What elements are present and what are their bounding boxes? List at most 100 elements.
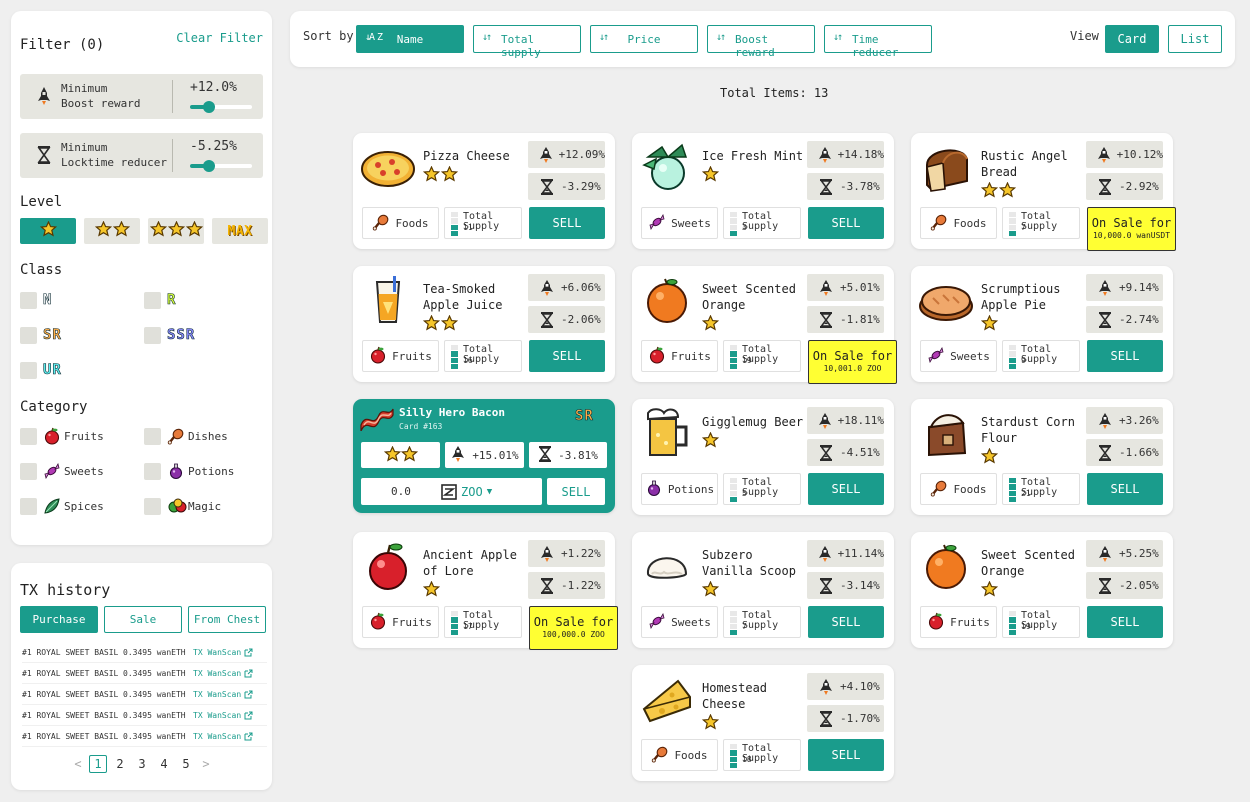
- slider-thumb[interactable]: [202, 101, 215, 113]
- checkbox[interactable]: [144, 427, 161, 445]
- item-card[interactable]: Subzero Vanilla Scoop +11.14% -3.14% Sweets…: [632, 532, 894, 648]
- tx-wanscan-link[interactable]: TX WanScan: [193, 711, 253, 720]
- sort-price-button[interactable]: ↓↑ Price: [590, 25, 698, 53]
- category-tag[interactable]: Foods: [362, 207, 439, 239]
- category-tag[interactable]: Sweets: [920, 340, 997, 372]
- supply-meter: [451, 212, 458, 236]
- sell-button[interactable]: SELL: [808, 207, 884, 239]
- page-1[interactable]: 1: [89, 755, 107, 773]
- view-card-button[interactable]: Card: [1105, 25, 1159, 53]
- tx-wanscan-link[interactable]: TX WanScan: [193, 732, 253, 741]
- category-option-potions[interactable]: Potions: [144, 459, 264, 483]
- item-stars: [701, 713, 720, 734]
- category-tag[interactable]: Potions: [641, 473, 718, 505]
- class-option-sr[interactable]: SR: [20, 323, 144, 347]
- category-option-spices[interactable]: Spices: [20, 494, 144, 518]
- on-sale-button[interactable]: On Sale for 100,000.0 ZOO: [529, 606, 618, 650]
- class-option-ur[interactable]: UR: [20, 358, 144, 382]
- item-card[interactable]: Sweet Scented Orange +5.25% -2.05% Fruits To…: [911, 532, 1173, 648]
- item-card[interactable]: Sweet Scented Orange +5.01% -1.81% Fruits To…: [632, 266, 897, 384]
- category-tag[interactable]: Fruits: [362, 340, 439, 372]
- checkbox[interactable]: [144, 462, 161, 480]
- sell-button[interactable]: SELL: [529, 207, 605, 239]
- divider: [172, 80, 173, 113]
- level-max-button[interactable]: MAX: [212, 218, 268, 244]
- category-tag[interactable]: Fruits: [641, 340, 718, 372]
- boost-reward-slider[interactable]: [190, 101, 252, 113]
- sort-boost-reward-button[interactable]: ↓↑ Boost reward: [707, 25, 815, 59]
- boost-reward-stat: +5.01%: [807, 274, 884, 301]
- category-tag[interactable]: Foods: [641, 739, 718, 771]
- sort-time-reducer-button[interactable]: ↓↑ Time reducer: [824, 25, 932, 59]
- category-option-magic[interactable]: Magic: [144, 494, 264, 518]
- category-tag[interactable]: Sweets: [641, 606, 718, 638]
- level-2-button[interactable]: [84, 218, 140, 244]
- on-sale-button[interactable]: On Sale for 10,001.0 ZOO: [808, 340, 897, 384]
- item-card[interactable]: Gigglemug Beer +18.11% -4.51% Potions Total …: [632, 399, 894, 515]
- item-card[interactable]: Rustic Angel Bread +10.12% -2.92% Foods Tota…: [911, 133, 1176, 251]
- category-tag[interactable]: Foods: [920, 207, 997, 239]
- page-2[interactable]: 2: [111, 755, 129, 773]
- pizza-icon: [359, 141, 417, 193]
- item-card[interactable]: Pizza Cheese +12.09% -3.29% Foods Total Supp…: [353, 133, 615, 249]
- locktime-reducer-slider[interactable]: [190, 160, 252, 172]
- sort-name-button[interactable]: ↓A Z Name: [356, 25, 464, 53]
- item-name: Stardust Corn Flour: [981, 415, 1075, 445]
- clear-filter-link[interactable]: Clear Filter: [176, 31, 263, 53]
- checkbox[interactable]: [20, 291, 37, 309]
- next-page-button[interactable]: >: [199, 757, 213, 771]
- item-card[interactable]: Homestead Cheese +4.10% -1.70% Foods Total S…: [632, 665, 894, 781]
- item-card[interactable]: Stardust Corn Flour +3.26% -1.66% Foods Tota…: [911, 399, 1173, 515]
- tx-wanscan-link[interactable]: TX WanScan: [193, 648, 253, 657]
- sort-total-supply-button[interactable]: ↓↑ Total supply: [473, 25, 581, 59]
- view-list-button[interactable]: List: [1168, 25, 1222, 53]
- prev-page-button[interactable]: <: [71, 757, 85, 771]
- item-card[interactable]: Tea-Smoked Apple Juice +6.06% -2.06% Fruits…: [353, 266, 615, 382]
- category-option-dishes[interactable]: Dishes: [144, 424, 264, 448]
- sell-button[interactable]: SELL: [808, 473, 884, 505]
- page-5[interactable]: 5: [177, 755, 195, 773]
- category-option-fruits[interactable]: Fruits: [20, 424, 144, 448]
- checkbox[interactable]: [20, 497, 37, 515]
- item-card[interactable]: Ancient Apple of Lore +1.22% -1.22% Fruits T…: [353, 532, 618, 650]
- checkbox[interactable]: [20, 427, 37, 445]
- level-1-button[interactable]: [20, 218, 76, 244]
- category-option-sweets[interactable]: Sweets: [20, 459, 144, 483]
- sell-button[interactable]: SELL: [808, 739, 884, 771]
- checkbox[interactable]: [144, 326, 161, 344]
- slider-thumb[interactable]: [202, 160, 215, 172]
- level-3-button[interactable]: [148, 218, 204, 244]
- class-option-ssr[interactable]: SSR: [144, 323, 264, 347]
- sell-button[interactable]: SELL: [1087, 473, 1163, 505]
- category-tag[interactable]: Foods: [920, 473, 997, 505]
- item-card[interactable]: Ice Fresh Mint +14.18% -3.78% Sweets Total S…: [632, 133, 894, 249]
- category-tag[interactable]: Fruits: [920, 606, 997, 638]
- page-4[interactable]: 4: [155, 755, 173, 773]
- tab-purchase[interactable]: Purchase: [20, 606, 98, 633]
- category-tag[interactable]: Sweets: [641, 207, 718, 239]
- item-card[interactable]: Scrumptious Apple Pie +9.14% -2.74% Sweets T…: [911, 266, 1173, 382]
- on-sale-button[interactable]: On Sale for 10,000.0 wanUSDT: [1087, 207, 1176, 251]
- class-option-n[interactable]: N: [20, 288, 144, 312]
- tab-sale[interactable]: Sale: [104, 606, 182, 633]
- page-3[interactable]: 3: [133, 755, 151, 773]
- tx-wanscan-link[interactable]: TX WanScan: [193, 690, 253, 699]
- token-select[interactable]: ZOO ▼: [441, 483, 492, 500]
- checkbox[interactable]: [20, 361, 37, 379]
- tx-wanscan-link[interactable]: TX WanScan: [193, 669, 253, 678]
- category-tag[interactable]: Fruits: [362, 606, 439, 638]
- checkbox[interactable]: [20, 462, 37, 480]
- checkbox[interactable]: [20, 326, 37, 344]
- tab-from-chest[interactable]: From Chest: [188, 606, 266, 633]
- checkbox[interactable]: [144, 291, 161, 309]
- sell-button[interactable]: SELL: [808, 606, 884, 638]
- class-option-r[interactable]: R: [144, 288, 264, 312]
- selected-card[interactable]: Silly Hero Bacon Card #163 SR +15.01% -3…: [353, 399, 615, 513]
- checkbox[interactable]: [144, 497, 161, 515]
- price-input[interactable]: 0.0 ZOO ▼: [361, 478, 542, 505]
- supply-bar-segment: [451, 345, 458, 351]
- sell-button[interactable]: SELL: [1087, 606, 1163, 638]
- selected-sell-button[interactable]: SELL: [547, 478, 605, 505]
- sell-button[interactable]: SELL: [529, 340, 605, 372]
- sell-button[interactable]: SELL: [1087, 340, 1163, 372]
